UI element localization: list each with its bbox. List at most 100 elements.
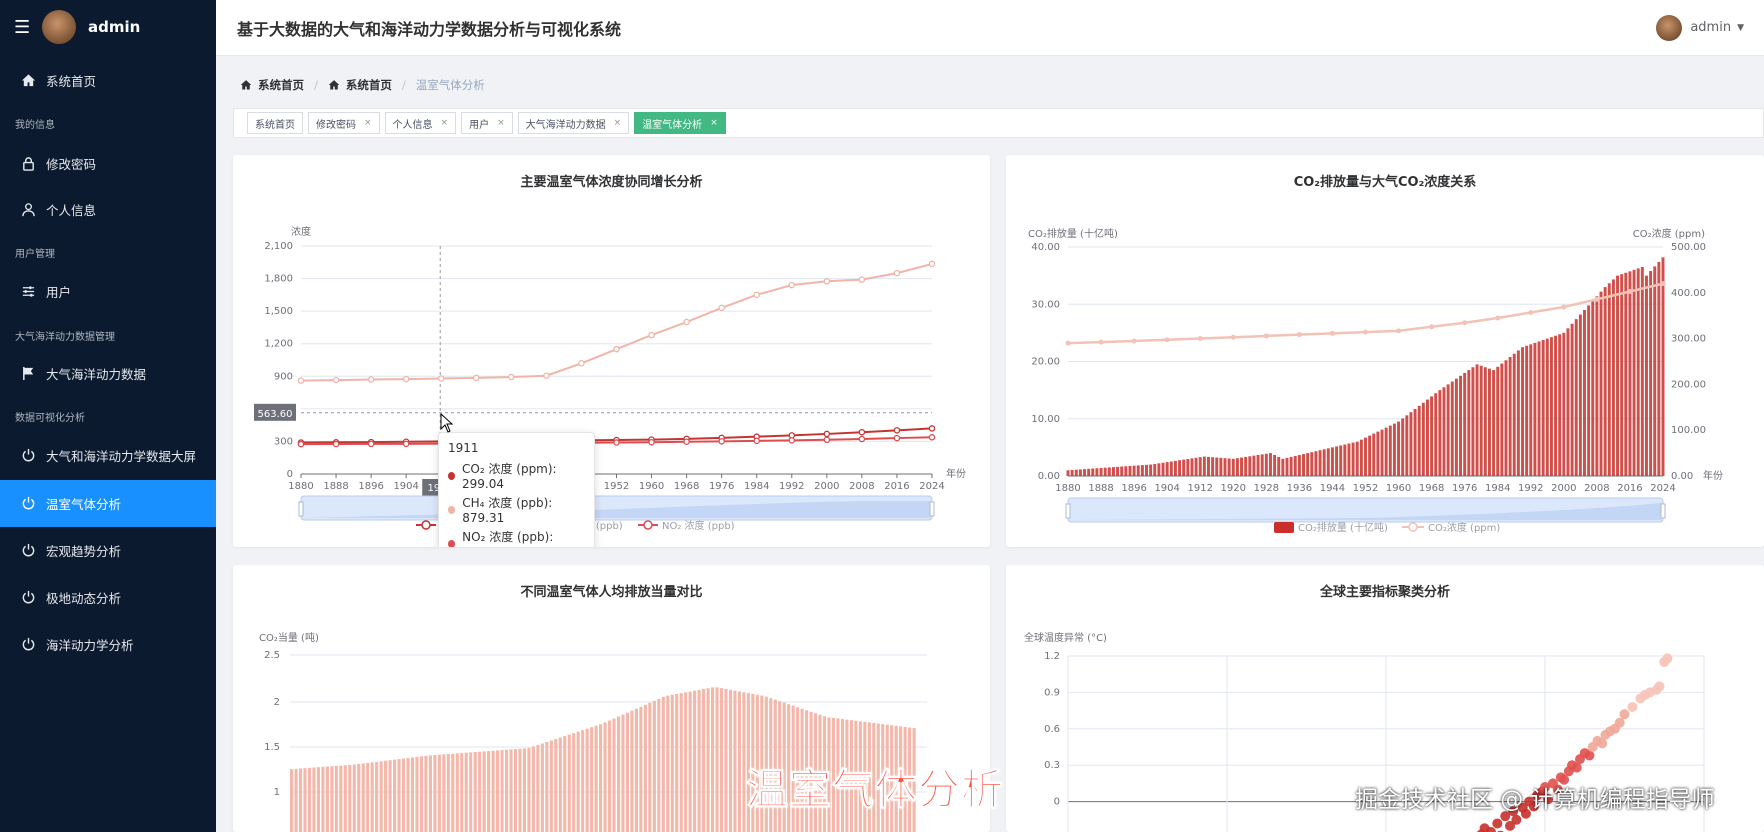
data-point[interactable] [893, 434, 901, 442]
tag-5[interactable]: 大气海洋动力数据 × [517, 112, 630, 134]
data-point[interactable] [1495, 315, 1501, 321]
emission-bar[interactable] [1182, 459, 1186, 476]
emission-bar[interactable] [1128, 465, 1132, 476]
emission-bar[interactable] [1421, 402, 1425, 476]
per-capita-bar[interactable] [487, 751, 491, 832]
emission-bar[interactable] [1607, 283, 1611, 476]
emission-bar[interactable] [1140, 465, 1144, 476]
per-capita-bar[interactable] [531, 746, 535, 832]
data-point[interactable] [1065, 340, 1071, 346]
emission-bar[interactable] [1347, 443, 1351, 476]
emission-bar[interactable] [1574, 319, 1578, 476]
data-point[interactable] [753, 291, 760, 299]
data-point[interactable] [893, 269, 901, 277]
data-point[interactable] [1296, 332, 1302, 338]
emission-bar[interactable] [1070, 469, 1074, 476]
line-chart-gas-concentration[interactable]: 03006009001,2001,5001,8002,1001880188818… [233, 155, 990, 547]
per-capita-bar[interactable] [684, 692, 688, 832]
emission-bar[interactable] [1099, 467, 1103, 476]
per-capita-bar[interactable] [518, 748, 522, 832]
scatter-point[interactable] [1614, 717, 1625, 728]
emission-bar[interactable] [1508, 357, 1512, 476]
emission-bar[interactable] [1103, 467, 1107, 476]
emission-bar[interactable] [1095, 468, 1099, 476]
sidebar-item-3[interactable]: 个人信息 [0, 186, 216, 233]
emission-bar[interactable] [1467, 370, 1471, 476]
data-point[interactable] [578, 360, 585, 367]
scatter-point[interactable] [1619, 709, 1630, 720]
per-capita-bar[interactable] [419, 756, 424, 832]
per-capita-bar[interactable] [612, 718, 616, 832]
emission-bar[interactable] [1657, 261, 1661, 476]
per-capita-bar[interactable] [316, 767, 321, 832]
emission-bar[interactable] [1570, 323, 1574, 476]
per-capita-bar[interactable] [567, 734, 571, 832]
emission-bar[interactable] [1545, 338, 1549, 476]
sidebar-item-7[interactable]: 温室气体分析 [0, 480, 216, 527]
sidebar-item-1[interactable]: 系统首页 [0, 57, 216, 104]
data-point[interactable] [1561, 304, 1567, 310]
emission-bar[interactable] [1644, 275, 1648, 476]
data-point[interactable] [928, 434, 936, 441]
per-capita-bar[interactable] [630, 710, 634, 832]
per-capita-bar[interactable] [312, 767, 316, 832]
emission-bar[interactable] [1603, 287, 1607, 476]
emission-bar[interactable] [1492, 370, 1496, 476]
per-capita-bar[interactable] [401, 758, 406, 832]
emission-bar[interactable] [1211, 457, 1215, 476]
tag-1[interactable]: 系统首页 [247, 112, 303, 134]
emission-bar[interactable] [1074, 469, 1078, 476]
per-capita-bar[interactable] [733, 690, 737, 832]
data-point[interactable] [1197, 336, 1203, 342]
emission-bar[interactable] [1277, 456, 1281, 476]
emission-bar[interactable] [1442, 387, 1446, 476]
emission-bar[interactable] [1426, 399, 1429, 476]
emission-bar[interactable] [1339, 445, 1343, 476]
data-point[interactable] [402, 375, 410, 383]
emission-bar[interactable] [1136, 465, 1140, 476]
emission-bar[interactable] [1376, 431, 1380, 476]
emission-bar[interactable] [1599, 291, 1603, 476]
per-capita-bar[interactable] [616, 716, 621, 832]
emission-bar[interactable] [1624, 272, 1628, 476]
per-capita-bar[interactable] [639, 706, 643, 832]
emission-bar[interactable] [1475, 364, 1479, 476]
data-point[interactable] [1164, 337, 1170, 343]
per-capita-bar[interactable] [348, 764, 352, 832]
data-point[interactable] [788, 437, 796, 444]
emission-bar[interactable] [1471, 367, 1475, 476]
data-point[interactable] [788, 281, 796, 289]
data-point[interactable] [1462, 320, 1468, 326]
emission-bar[interactable] [1537, 341, 1541, 476]
emission-bar[interactable] [1306, 453, 1310, 476]
data-point[interactable] [1660, 281, 1666, 287]
emission-bar[interactable] [1434, 393, 1438, 476]
data-point[interactable] [718, 304, 725, 312]
per-capita-bar[interactable] [742, 692, 746, 832]
emission-bar[interactable] [1591, 300, 1595, 476]
per-capita-bar[interactable] [433, 755, 437, 832]
data-point[interactable] [1363, 329, 1368, 335]
data-point[interactable] [508, 373, 515, 381]
emission-bar[interactable] [1640, 267, 1644, 476]
per-capita-bar[interactable] [330, 766, 334, 832]
close-icon[interactable]: × [710, 118, 718, 128]
tag-6[interactable]: 温室气体分析 × [634, 112, 726, 134]
data-point[interactable] [402, 440, 410, 448]
emission-bar[interactable] [1653, 266, 1657, 476]
per-capita-bar[interactable] [343, 765, 347, 832]
per-capita-bar[interactable] [415, 756, 419, 832]
emission-bar[interactable] [1223, 458, 1227, 476]
per-capita-bar[interactable] [661, 696, 665, 832]
per-capita-bar[interactable] [334, 765, 338, 832]
user-dropdown[interactable]: admin ▼ [1656, 14, 1744, 41]
per-capita-bar[interactable] [594, 725, 598, 832]
data-point[interactable] [928, 425, 936, 432]
per-capita-bar[interactable] [410, 757, 415, 832]
data-point[interactable] [297, 440, 305, 448]
legend-marker[interactable] [421, 520, 431, 530]
emission-bar[interactable] [1173, 460, 1177, 476]
per-capita-bar[interactable] [719, 688, 724, 832]
data-point[interactable] [1230, 334, 1236, 340]
emission-bar[interactable] [1087, 468, 1091, 476]
